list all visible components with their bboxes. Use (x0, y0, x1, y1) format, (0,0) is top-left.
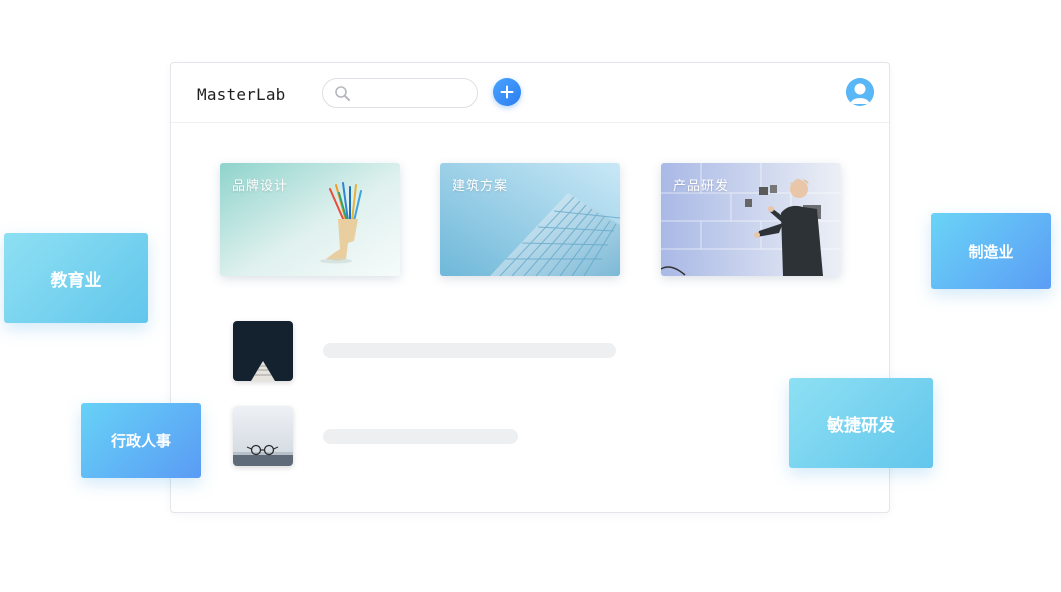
list-item-placeholder-bar (323, 343, 616, 358)
project-card-label: 产品研发 (673, 179, 730, 194)
list-item-placeholder-bar (323, 429, 518, 444)
plus-icon (500, 85, 514, 99)
glasses-on-desk-thumbnail (233, 406, 293, 466)
app-window: MasterLab 品牌设计 建筑方案 产品研发 (170, 62, 890, 513)
tag-admin-hr[interactable]: 行政人事 (81, 403, 201, 478)
search-icon (335, 86, 350, 101)
tag-manufacturing[interactable]: 制造业 (931, 213, 1051, 289)
search-box[interactable] (322, 78, 478, 108)
project-card-label: 建筑方案 (452, 179, 509, 194)
tag-education[interactable]: 教育业 (4, 233, 148, 323)
user-avatar[interactable] (846, 78, 874, 106)
search-input[interactable] (357, 84, 469, 102)
app-logo[interactable]: MasterLab (197, 85, 286, 104)
list-item-thumbnail[interactable] (233, 321, 293, 381)
top-navigation-bar: MasterLab (171, 63, 889, 123)
project-card-product-rd[interactable]: 产品研发 (661, 163, 841, 276)
dark-building-thumbnail (233, 321, 293, 381)
tag-agile-development[interactable]: 敏捷研发 (789, 378, 933, 468)
project-card-brand-design[interactable]: 品牌设计 (220, 163, 400, 276)
project-card-architecture[interactable]: 建筑方案 (440, 163, 620, 276)
list-item-thumbnail[interactable] (233, 406, 293, 466)
project-card-label: 品牌设计 (232, 179, 289, 194)
add-button[interactable] (493, 78, 521, 106)
user-avatar-icon (846, 78, 874, 106)
